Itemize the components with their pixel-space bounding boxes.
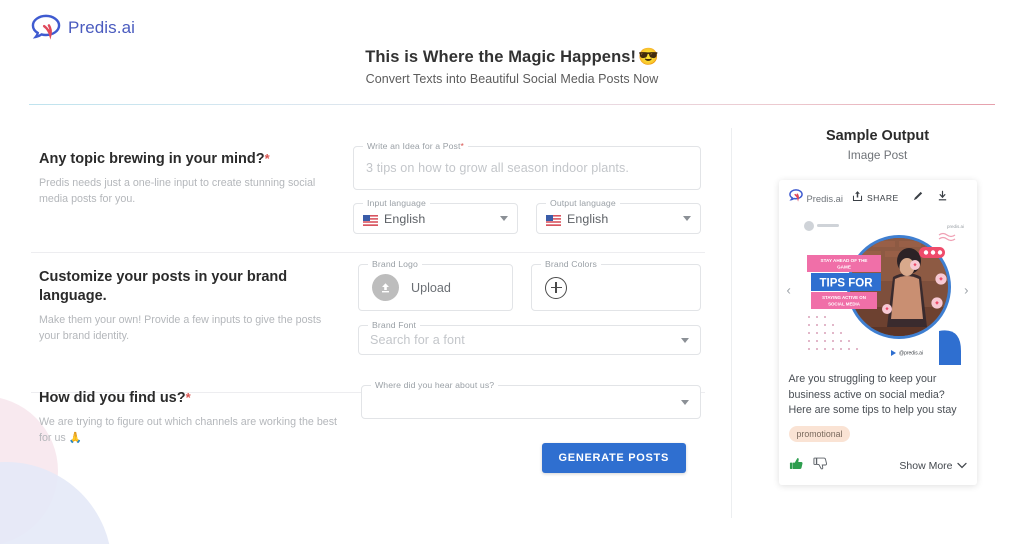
edit-button[interactable] <box>912 189 924 207</box>
required-asterisk: * <box>264 151 270 166</box>
section-brand-title: Customize your posts in your brand langu… <box>39 268 354 306</box>
chevron-down-icon <box>683 216 691 221</box>
svg-text:STAYING ACTIVE ON: STAYING ACTIVE ON <box>822 295 866 300</box>
section-topic-copy: Any topic brewing in your mind?* Predis … <box>39 146 349 234</box>
section-topic-description: Predis needs just a one-line input to cr… <box>39 176 316 206</box>
svg-text:GAME: GAME <box>837 265 851 270</box>
brand-row: Brand Logo Upload Brand Colors <box>358 259 701 311</box>
chevron-down-icon <box>681 337 689 343</box>
reactions <box>789 456 828 476</box>
brand-font-label: Brand Font <box>368 320 420 330</box>
svg-text:SOCIAL MEDIA: SOCIAL MEDIA <box>828 302 861 307</box>
section-brand-title-text: Customize your posts in your brand langu… <box>39 269 288 304</box>
section-topic: Any topic brewing in your mind?* Predis … <box>0 112 731 234</box>
input-language-label: Input language <box>363 198 430 208</box>
post-caption: Are you struggling to keep your business… <box>788 373 957 417</box>
section-referral-title: How did you find us?* <box>39 389 357 408</box>
post-idea-input[interactable]: Write an Idea for a Post* 3 tips on how … <box>353 141 701 190</box>
sample-output-title: Sample Output <box>825 128 930 144</box>
output-language-value: English <box>567 211 609 226</box>
brand-logo-label: Brand Logo <box>368 259 422 269</box>
section-referral-title-text: How did you find us? <box>39 390 186 406</box>
page-title: This is Where the Magic Happens! 😎 <box>365 48 659 67</box>
form-column: Any topic brewing in your mind?* Predis … <box>0 112 731 544</box>
post-idea-placeholder: 3 tips on how to grow all season indoor … <box>366 161 630 175</box>
page-root: Predis.ai This is Where the Magic Happen… <box>0 0 1024 544</box>
post-image: predis.ai STAY AHEAD OF THE GAME TIPS FO… <box>788 215 967 365</box>
section-referral-fields: Where did you hear about us? GENERATE PO… <box>357 380 701 473</box>
output-language-select[interactable]: Output language English <box>536 198 701 234</box>
post-tag: promotional <box>788 425 851 442</box>
brand-colors-label: Brand Colors <box>541 259 601 269</box>
sample-post-card: Predis.ai SHARE ‹ › predis.ai STAY AHEAD… <box>778 180 977 485</box>
language-row: Input language English Output language E… <box>353 198 701 234</box>
output-language-label: Output language <box>546 198 620 208</box>
upload-icon <box>372 274 399 301</box>
sunglasses-emoji-icon: 😎 <box>638 48 659 66</box>
card-brand: Predis.ai <box>788 189 843 207</box>
show-more-button[interactable]: Show More <box>899 459 967 472</box>
section-topic-title: Any topic brewing in your mind?* <box>39 150 349 169</box>
page-header: This is Where the Magic Happens! 😎 Conve… <box>0 48 1024 86</box>
brand-logo-upload-label: Upload <box>411 280 451 295</box>
chevron-left-icon[interactable]: ‹ <box>787 283 791 298</box>
submit-row: GENERATE POSTS <box>361 443 701 473</box>
post-idea-label-text: Write an Idea for a Post <box>367 141 461 151</box>
speech-bubble-icon <box>31 14 61 42</box>
page-title-text: This is Where the Magic Happens! <box>365 48 637 66</box>
card-brand-label: Predis.ai <box>806 192 843 204</box>
header-gradient-rule <box>29 104 995 106</box>
plus-circle-icon[interactable] <box>545 276 567 299</box>
section-topic-fields: Write an Idea for a Post* 3 tips on how … <box>349 141 701 234</box>
app-logo-text: Predis.ai <box>68 18 136 37</box>
us-flag-icon <box>546 213 561 226</box>
section-brand: Customize your posts in your brand langu… <box>0 234 731 355</box>
download-icon <box>937 189 948 206</box>
thumbs-up-icon[interactable] <box>789 456 804 476</box>
sample-output-panel: Sample Output Image Post Predis.ai SHARE… <box>731 112 1024 485</box>
section-brand-description: Make them your own! Provide a few inputs… <box>39 313 322 342</box>
post-idea-required: * <box>460 141 464 151</box>
sample-output-subtitle: Image Post <box>847 148 908 162</box>
input-language-value: English <box>384 211 426 226</box>
thumbs-down-icon[interactable] <box>812 456 828 476</box>
app-logo[interactable]: Predis.ai <box>31 14 135 42</box>
post-carousel: ‹ › predis.ai STAY AHEAD OF THE GAME TIP… <box>787 215 969 365</box>
required-asterisk: * <box>185 390 191 405</box>
section-brand-fields: Brand Logo Upload Brand Colors Brand Fon… <box>354 259 701 355</box>
section-referral-copy: How did you find us?* We are trying to f… <box>39 385 357 473</box>
brand-font-placeholder: Search for a font <box>370 333 465 347</box>
us-flag-icon <box>363 213 378 226</box>
svg-text:STAY AHEAD OF THE: STAY AHEAD OF THE <box>820 258 867 263</box>
show-more-label: Show More <box>899 459 953 472</box>
share-icon <box>852 189 863 207</box>
brand-font-input[interactable]: Brand Font Search for a font <box>358 320 701 355</box>
generate-posts-button[interactable]: GENERATE POSTS <box>541 443 686 473</box>
share-label: SHARE <box>866 193 899 203</box>
section-referral: How did you find us?* We are trying to f… <box>0 355 731 473</box>
card-footer: Show More <box>789 456 967 476</box>
brand-logo-upload[interactable]: Brand Logo Upload <box>358 259 513 311</box>
speech-bubble-icon <box>788 189 803 207</box>
referral-source-label: Where did you hear about us? <box>371 380 499 390</box>
referral-source-select[interactable]: Where did you hear about us? <box>361 380 701 419</box>
card-toolbar: Predis.ai SHARE <box>788 189 967 207</box>
svg-text:TIPS FOR: TIPS FOR <box>819 278 873 290</box>
chevron-down-icon <box>681 399 689 405</box>
svg-text:@predis.ai: @predis.ai <box>899 351 923 357</box>
section-referral-description: We are trying to figure out which channe… <box>39 415 338 445</box>
post-idea-label: Write an Idea for a Post* <box>363 141 468 151</box>
page-subtitle: Convert Texts into Beautiful Social Medi… <box>365 72 659 86</box>
chevron-down-icon <box>500 216 508 221</box>
section-topic-title-text: Any topic brewing in your mind? <box>39 151 265 167</box>
section-brand-copy: Customize your posts in your brand langu… <box>39 264 354 355</box>
pencil-icon <box>912 189 924 206</box>
input-language-select[interactable]: Input language English <box>353 198 518 234</box>
brand-colors-field[interactable]: Brand Colors <box>531 259 701 311</box>
download-button[interactable] <box>937 189 948 207</box>
share-button[interactable]: SHARE <box>852 189 899 207</box>
chevron-down-icon <box>956 460 967 472</box>
chevron-right-icon[interactable]: › <box>964 283 968 298</box>
svg-text:predis.ai: predis.ai <box>947 224 964 229</box>
